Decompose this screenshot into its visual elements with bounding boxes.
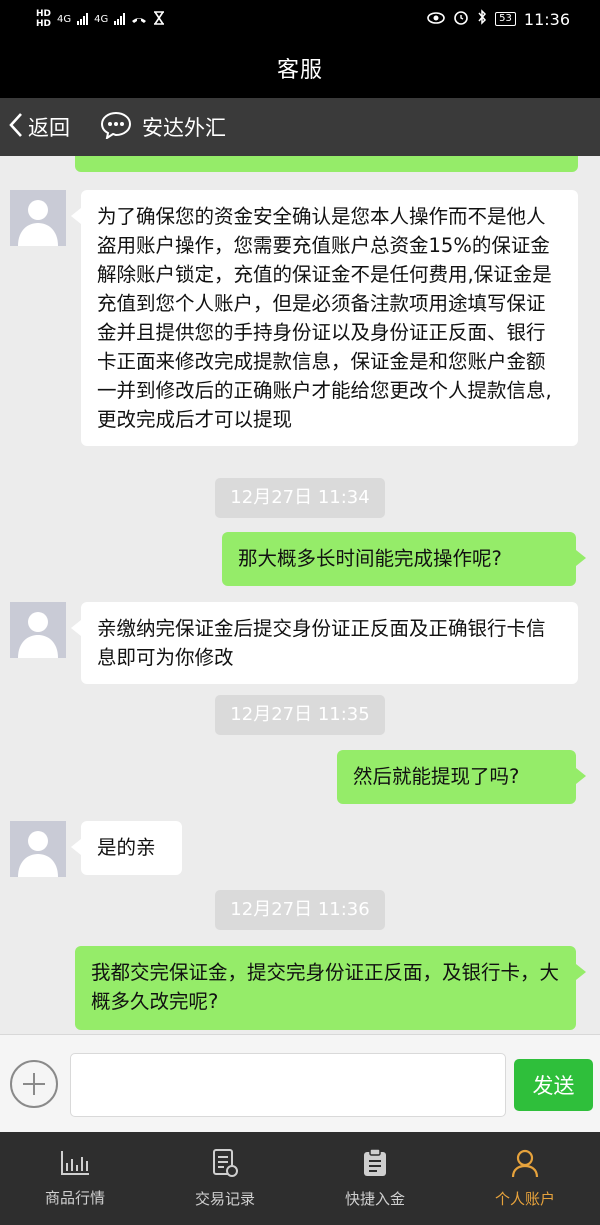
previous-message-bubble — [75, 156, 578, 172]
message-text: 然后就能提现了吗? — [353, 765, 520, 788]
chart-icon — [59, 1149, 91, 1187]
signal-icon — [114, 13, 126, 25]
title-bar: 客服 — [0, 38, 600, 98]
record-icon — [211, 1148, 239, 1188]
timestamp-text: 12月27日 11:36 — [230, 899, 370, 920]
tab-quick-deposit[interactable]: 快捷入金 — [300, 1132, 450, 1225]
message-text: 为了确保您的资金安全确认是您本人操作而不是他人盗用账户操作，您需要充值账户总资金… — [97, 205, 552, 431]
alarm-icon — [453, 9, 469, 29]
person-icon — [18, 612, 58, 658]
person-icon — [18, 200, 58, 246]
tab-label: 快捷入金 — [344, 1190, 405, 1208]
tab-label: 商品行情 — [44, 1189, 105, 1207]
tab-market[interactable]: 商品行情 — [0, 1132, 150, 1225]
chat-header: 安达外汇 — [100, 111, 226, 144]
message-bubble-out: 那大概多长时间能完成操作呢? — [222, 532, 586, 586]
send-label: 发送 — [532, 1074, 575, 1098]
status-time: 11:36 — [523, 9, 570, 29]
tab-label: 个人账户 — [494, 1190, 555, 1208]
timestamp: 12月27日 11:35 — [215, 695, 385, 735]
tab-records[interactable]: 交易记录 — [150, 1132, 300, 1225]
chat-nav-bar: 返回 安达外汇 — [0, 98, 600, 156]
chat-bubble-icon — [100, 111, 142, 144]
clipboard-icon — [361, 1148, 389, 1188]
person-icon — [18, 831, 58, 877]
avatar — [10, 821, 66, 877]
status-bar: HD HD 4G 4G 53 11:36 — [0, 0, 600, 38]
message-bubble-out: 然后就能提现了吗? — [337, 750, 586, 804]
timestamp-text: 12月27日 11:35 — [230, 704, 370, 725]
tab-label: 交易记录 — [194, 1190, 255, 1208]
tab-account[interactable]: 个人账户 — [450, 1132, 600, 1225]
message-text: 亲缴纳完保证金后提交身份证正反面及正确银行卡信息即可为你修改 — [97, 617, 546, 669]
message-input[interactable] — [70, 1053, 506, 1117]
timestamp: 12月27日 11:34 — [215, 478, 385, 518]
missed-call-icon — [131, 11, 147, 28]
status-right: 53 11:36 — [427, 9, 570, 29]
message-bubble-out: 我都交完保证金，提交完身份证正反面，及银行卡，大概多久改完呢? — [75, 946, 586, 1030]
timestamp-text: 12月27日 11:34 — [230, 487, 370, 508]
bottom-tab-bar: 商品行情 交易记录 快捷入金 个人账户 — [0, 1132, 600, 1225]
message-bubble-in: 为了确保您的资金安全确认是您本人操作而不是他人盗用账户操作，您需要充值账户总资金… — [71, 190, 578, 446]
back-label: 返回 — [28, 116, 70, 140]
message-text: 那大概多长时间能完成操作呢? — [238, 547, 502, 570]
network-label: 4G — [57, 13, 72, 25]
message-bubble-in: 是的亲 — [71, 821, 182, 875]
chat-area[interactable]: 为了确保您的资金安全确认是您本人操作而不是他人盗用账户操作，您需要充值账户总资金… — [0, 156, 600, 1034]
add-attachment-button[interactable] — [10, 1060, 58, 1108]
page-title: 客服 — [276, 58, 323, 83]
send-button[interactable]: 发送 — [514, 1059, 593, 1111]
back-button[interactable]: 返回 — [8, 98, 70, 156]
message-text: 我都交完保证金，提交完身份证正反面，及银行卡，大概多久改完呢? — [91, 961, 560, 1013]
network-label: 4G — [94, 13, 109, 25]
hd-badge: HD — [36, 19, 52, 29]
avatar — [10, 190, 66, 246]
message-bubble-in: 亲缴纳完保证金后提交身份证正反面及正确银行卡信息即可为你修改 — [71, 602, 578, 684]
chevron-left-icon — [8, 111, 28, 144]
eye-icon — [427, 10, 445, 28]
battery-icon: 53 — [495, 12, 516, 26]
hd-badges: HD HD — [36, 9, 51, 29]
message-input-bar: 发送 — [0, 1034, 600, 1132]
signal-icon — [77, 13, 89, 25]
chat-name: 安达外汇 — [142, 116, 226, 140]
timestamp: 12月27日 11:36 — [215, 890, 385, 930]
user-icon — [510, 1148, 540, 1188]
hourglass-icon — [153, 10, 165, 28]
hd-badge: HD — [36, 9, 52, 19]
avatar — [10, 602, 66, 658]
message-text: 是的亲 — [97, 836, 156, 859]
status-left: HD HD 4G 4G — [36, 9, 165, 29]
bluetooth-icon — [477, 9, 487, 29]
